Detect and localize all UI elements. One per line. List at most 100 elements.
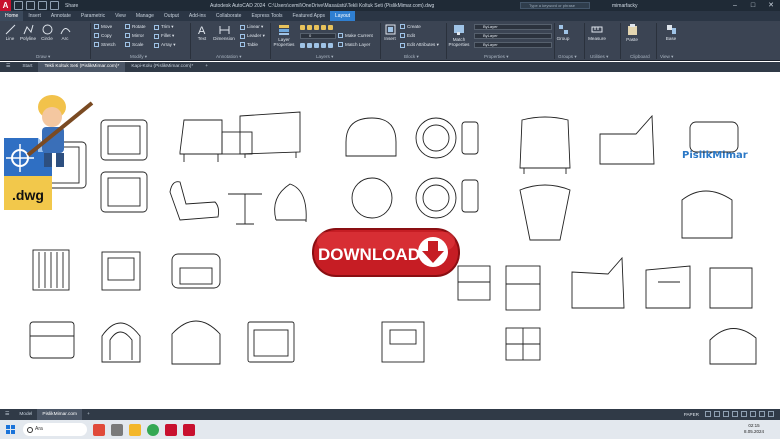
text-button[interactable]: A Text xyxy=(195,24,209,41)
new-tab-button[interactable]: + xyxy=(199,62,214,72)
tab-annotate[interactable]: Annotate xyxy=(46,11,76,21)
tab-express-tools[interactable]: Express Tools xyxy=(246,11,287,21)
layer-tool-icons[interactable] xyxy=(300,43,333,48)
tab-add-ins[interactable]: Add-ins xyxy=(184,11,211,21)
block-panel-label[interactable]: Block ▾ xyxy=(404,54,419,60)
color-dropdown[interactable]: ByLayer xyxy=(474,24,552,30)
ortho-icon[interactable] xyxy=(723,411,729,417)
properties-panel-label[interactable]: Properties ▾ xyxy=(484,54,509,60)
edit-block-button[interactable]: Edit xyxy=(400,33,415,38)
lineweight-dropdown[interactable]: ByLayer xyxy=(474,42,552,48)
create-block-button[interactable]: Create xyxy=(400,24,421,29)
new-file-icon[interactable] xyxy=(14,1,23,10)
paper-space-toggle[interactable]: PAPER xyxy=(684,412,699,417)
chrome-icon[interactable] xyxy=(147,423,159,436)
linetype-dropdown[interactable]: ByLayer xyxy=(474,33,552,39)
tab-collaborate[interactable]: Collaborate xyxy=(211,11,247,21)
acrobat-icon[interactable] xyxy=(165,423,177,436)
workspace-icon[interactable] xyxy=(759,411,765,417)
tab-document[interactable]: Kapi-Kolu (PislikMimar.com)* xyxy=(125,62,199,72)
scale-button[interactable]: Scale xyxy=(125,42,144,47)
close-button[interactable]: ✕ xyxy=(762,0,780,11)
menu-icon[interactable]: ☰ xyxy=(0,62,16,72)
layer-dropdown[interactable]: 0 xyxy=(300,33,336,39)
tab-view[interactable]: View xyxy=(110,11,131,21)
system-clock[interactable]: 02:15 8.05.2024 xyxy=(744,423,764,435)
paste-button[interactable]: Paste xyxy=(624,24,640,42)
tab-document-active[interactable]: Tekli Koltuk Seti (PislikMimar.com)* xyxy=(38,62,126,72)
tab-manage[interactable]: Manage xyxy=(131,11,159,21)
user-account[interactable]: mimarfacky xyxy=(612,3,638,9)
make-current-button[interactable]: Make Current xyxy=(338,33,373,38)
insert-block-button[interactable]: Insert xyxy=(383,24,397,41)
grid-icon[interactable] xyxy=(705,411,711,417)
snap-icon[interactable] xyxy=(714,411,720,417)
minimize-button[interactable]: – xyxy=(726,0,744,11)
polyline-button[interactable]: Polyline xyxy=(18,24,38,41)
leader-button[interactable]: Leader ▾ xyxy=(240,33,265,39)
arc-button[interactable]: Arc xyxy=(58,24,72,41)
annotation-panel-label[interactable]: Annotation ▾ xyxy=(216,54,242,60)
tab-parametric[interactable]: Parametric xyxy=(76,11,110,21)
autocad-logo-icon[interactable]: A xyxy=(0,0,11,11)
table-button[interactable]: Table xyxy=(240,42,258,47)
modify-panel-label[interactable]: Modify ▾ xyxy=(130,54,147,60)
windows-start-icon[interactable] xyxy=(6,425,15,434)
groups-panel-label[interactable]: Groups ▾ xyxy=(558,54,577,60)
polar-icon[interactable] xyxy=(732,411,738,417)
tab-layout[interactable]: Layout xyxy=(330,11,356,21)
layer-state-icons[interactable] xyxy=(300,25,333,30)
open-file-icon[interactable] xyxy=(26,1,35,10)
dimension-button[interactable]: Dimension xyxy=(212,24,236,41)
edit-attributes-button[interactable]: Edit Attributes ▾ xyxy=(400,42,439,48)
osnap-icon[interactable] xyxy=(741,411,747,417)
tab-home[interactable]: Home xyxy=(0,11,24,21)
tab-insert[interactable]: Insert xyxy=(23,11,46,21)
undo-icon[interactable] xyxy=(50,1,59,10)
line-button[interactable]: Line xyxy=(3,24,17,41)
task-view-icon[interactable] xyxy=(111,423,123,436)
share-button[interactable]: Share xyxy=(65,3,78,9)
array-button[interactable]: Array ▾ xyxy=(154,42,176,48)
trim-button[interactable]: Trim ▾ xyxy=(154,24,174,30)
download-button[interactable]: DOWNLOAD xyxy=(311,227,461,278)
save-icon[interactable] xyxy=(38,1,47,10)
drawing-canvas[interactable]: .dwg DOWNLOAD PislikMimar xyxy=(0,72,780,409)
match-properties-button[interactable]: Match Properties xyxy=(448,24,470,47)
annotation-scale-icon[interactable] xyxy=(750,411,756,417)
tab-output[interactable]: Output xyxy=(159,11,184,21)
linear-button[interactable]: Linear ▾ xyxy=(240,24,263,30)
match-layer-button[interactable]: Match Layer xyxy=(338,42,370,47)
circle-button[interactable]: Circle xyxy=(40,24,54,41)
move-button[interactable]: Move xyxy=(94,24,112,29)
group-button[interactable]: Group xyxy=(556,24,570,41)
boxy-armchair xyxy=(247,321,295,363)
mirror-button[interactable]: Mirror xyxy=(125,33,144,38)
rotate-button[interactable]: Rotate xyxy=(125,24,146,29)
stretch-button[interactable]: Stretch xyxy=(94,42,116,47)
tab-layout-pislikmimar[interactable]: PislikMimar.com xyxy=(37,409,83,420)
status-bar-tools: PAPER xyxy=(684,411,774,417)
clipboard-panel-label[interactable]: Clipboard xyxy=(630,54,650,59)
file-explorer-icon[interactable] xyxy=(129,423,141,436)
view-panel-label[interactable]: View ▾ xyxy=(660,54,673,60)
search-input[interactable]: Type a keyword or phrase xyxy=(520,2,590,9)
layers-panel-label[interactable]: Layers ▾ xyxy=(316,54,333,60)
measure-button[interactable]: Measure xyxy=(586,24,608,41)
tab-model[interactable]: Model xyxy=(14,409,37,420)
new-layout-button[interactable]: + xyxy=(82,409,95,420)
news-app-icon[interactable] xyxy=(93,423,105,436)
fillet-button[interactable]: Fillet ▾ xyxy=(154,33,174,39)
menu-icon[interactable]: ☰ xyxy=(0,409,14,420)
customize-icon[interactable] xyxy=(768,411,774,417)
tab-featured-apps[interactable]: Featured Apps xyxy=(288,11,331,21)
maximize-button[interactable]: □ xyxy=(744,0,762,11)
autocad-taskbar-icon[interactable] xyxy=(183,423,195,436)
copy-button[interactable]: Copy xyxy=(94,33,112,38)
tab-start[interactable]: Start xyxy=(16,62,38,72)
draw-panel-label[interactable]: Draw ▾ xyxy=(36,54,50,60)
base-view-button[interactable]: Base xyxy=(664,24,678,41)
layer-properties-button[interactable]: Layer Properties xyxy=(273,24,295,47)
taskbar-search[interactable]: Ara xyxy=(23,423,87,436)
utilities-panel-label[interactable]: Utilities ▾ xyxy=(590,54,608,60)
